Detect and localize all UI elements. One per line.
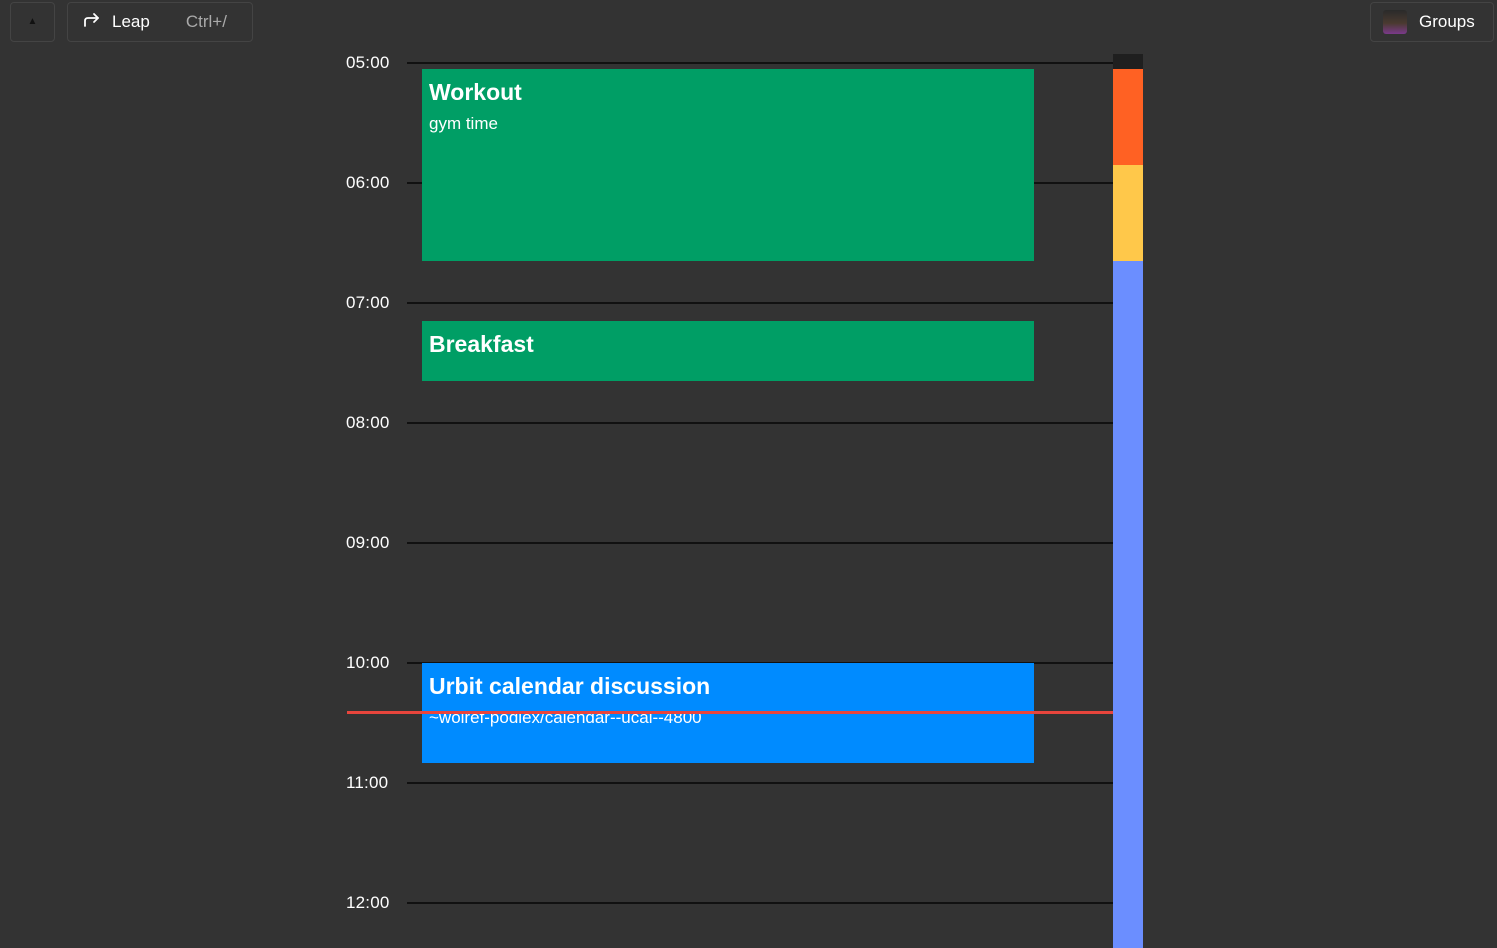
hour-label: 11:00 [346,773,389,792]
hour-label: 10:00 [346,653,390,672]
groups-button[interactable]: Groups [1370,2,1494,42]
hour-line [407,302,1113,304]
hour-label: 08:00 [346,413,390,432]
day-overview-strip [1113,54,1143,948]
home-icon: ▲ [27,16,38,27]
hour-label: 06:00 [346,173,390,192]
hour-label: 12:00 [346,893,390,912]
arrow-redirect-icon [82,12,102,33]
leap-shortcut: Ctrl+/ [185,12,227,31]
hour-label: 05:00 [346,53,390,72]
hour-line [407,422,1113,424]
hour-label: 07:00 [346,293,390,312]
event-title: Workout [429,79,522,105]
strip-segment [1113,165,1143,261]
hour-line [407,782,1113,784]
avatar-icon [1383,10,1407,34]
hour-line [407,62,1113,64]
home-button[interactable]: ▲ [10,2,55,42]
strip-segment [1113,69,1143,165]
current-time-indicator [347,711,1113,714]
strip-segment [1113,261,1143,948]
event-description: gym time [429,114,498,133]
groups-label: Groups [1419,12,1475,31]
leap-button[interactable]: Leap Ctrl+/ [67,2,253,42]
hour-line [407,902,1113,904]
strip-segment [1113,54,1143,69]
event-title: Breakfast [429,331,534,357]
leap-label: Leap [112,12,150,31]
event-title: Urbit calendar discussion [429,673,711,699]
event-workout[interactable]: Workout gym time [422,69,1034,261]
event-breakfast[interactable]: Breakfast [422,321,1034,381]
hour-line [407,542,1113,544]
hour-label: 09:00 [346,533,390,552]
